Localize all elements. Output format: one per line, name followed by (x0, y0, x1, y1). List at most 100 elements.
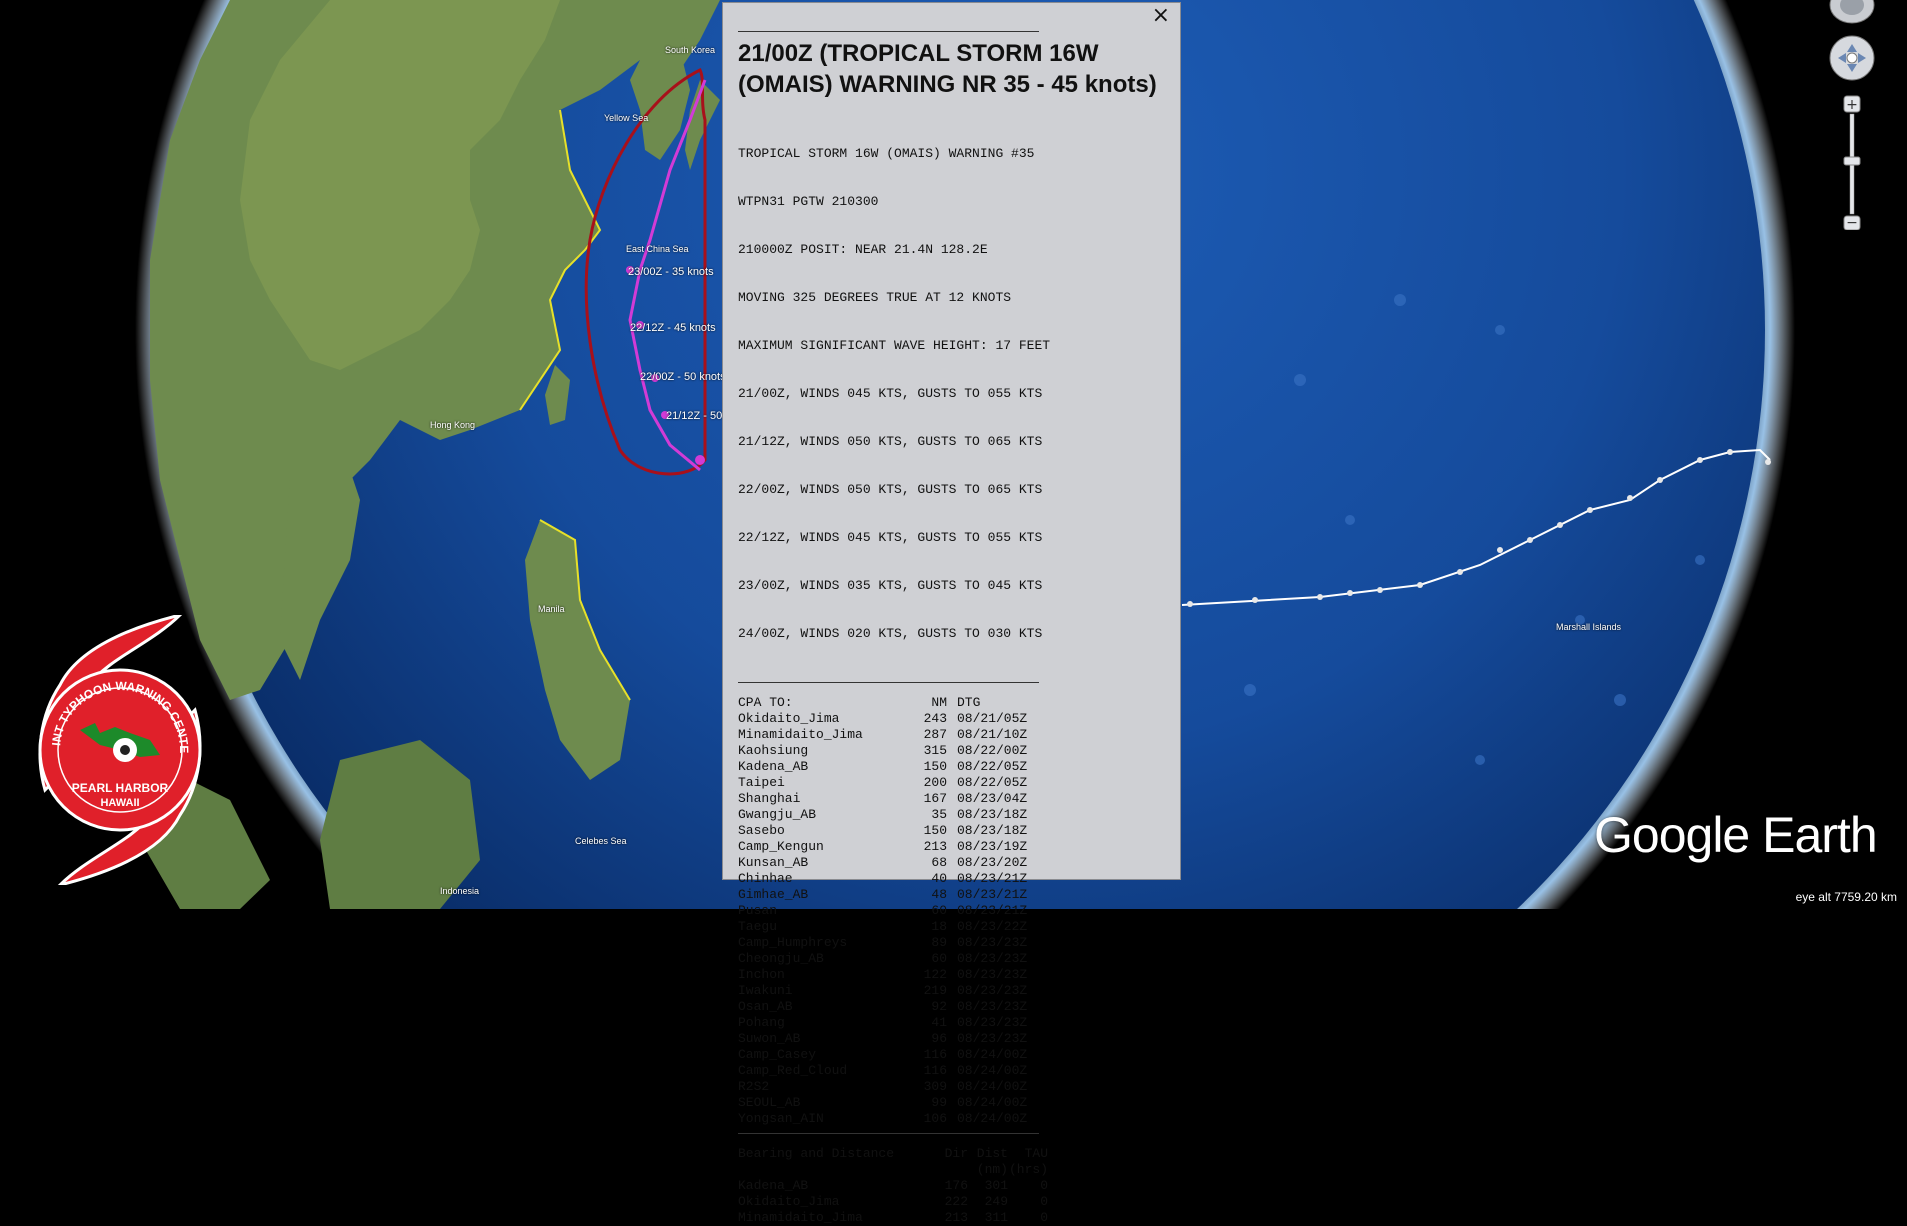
warning-line: 210000Z POSIT: NEAR 21.4N 128.2E (738, 242, 988, 257)
cpa-location: Okidaito_Jima (738, 711, 840, 726)
bd-dir: 222 (944, 1194, 968, 1209)
bd-header-label: Bearing and Distance (738, 1146, 895, 1161)
zoom-in-icon[interactable]: + (1843, 95, 1861, 113)
cpa-row: Kadena_AB 150 08/22/05Z (738, 759, 1048, 775)
bd-header-dist: Dist (976, 1146, 1008, 1161)
cpa-location: Camp_Red_Cloud (738, 1063, 848, 1078)
cpa-location: Suwon_AB (738, 1031, 801, 1046)
place-label: East China Sea (626, 244, 689, 254)
warning-line: 23/00Z, WINDS 035 KTS, GUSTS TO 045 KTS (738, 578, 1043, 593)
cpa-location: Taipei (738, 775, 785, 790)
cpa-distance: 309 (923, 1079, 947, 1094)
cpa-dtg: 08/22/05Z (957, 759, 1028, 774)
cpa-location: Camp_Casey (738, 1047, 817, 1062)
bd-unit-tau: (hrs) (1008, 1162, 1048, 1177)
cpa-location: Kunsan_AB (738, 855, 809, 870)
cpa-row: Shanghai 167 08/23/04Z (738, 791, 1048, 807)
cpa-dtg: 08/23/22Z (957, 919, 1028, 934)
place-label: Yellow Sea (604, 113, 649, 123)
bd-location: Minamidaito_Jima (738, 1210, 863, 1225)
cpa-row: Cheongju_AB 60 08/23/23Z (738, 951, 1048, 967)
cpa-location: R2S2 (738, 1079, 770, 1094)
bd-dist: 311 (984, 1210, 1008, 1225)
cpa-row: Gimhae_AB 48 08/23/21Z (738, 887, 1048, 903)
bearing-distance-table: Bearing and Distance Dir Dist TAU (nm) (… (738, 1146, 1048, 1226)
cpa-dtg: 08/23/23Z (957, 1015, 1028, 1030)
bd-row: Minamidaito_Jima 213 311 0 (738, 1210, 1048, 1226)
cpa-distance: 116 (923, 1063, 947, 1078)
cpa-dtg: 08/23/23Z (957, 967, 1028, 982)
navigation-controls: + − (1829, 0, 1875, 230)
place-label: Marshall Islands (1556, 622, 1622, 632)
cpa-location: Cheongju_AB (738, 951, 824, 966)
svg-text:+: + (1846, 97, 1858, 113)
storm-label-22-12z: 22/12Z - 45 knots (630, 322, 716, 334)
cpa-row: Chinhae 40 08/23/21Z (738, 871, 1048, 887)
jtwc-logo: JOINT TYPHOON WARNING CENTER PEARL HARBO… (20, 615, 202, 885)
cpa-distance: 167 (923, 791, 947, 806)
cpa-dtg: 08/23/19Z (957, 839, 1028, 854)
look-joystick-icon[interactable] (1829, 35, 1875, 81)
cpa-header-dtg: DTG (957, 695, 981, 710)
warning-line: WTPN31 PGTW 210300 (738, 194, 879, 209)
bd-header-row: Bearing and Distance Dir Dist TAU (738, 1146, 1048, 1162)
cpa-distance: 89 (931, 935, 947, 950)
cpa-location: Minamidaito_Jima (738, 727, 863, 742)
divider (738, 31, 1039, 32)
cpa-distance: 122 (923, 967, 947, 982)
bd-dist: 249 (984, 1194, 1008, 1209)
cpa-distance: 92 (931, 999, 947, 1014)
cpa-location: Kaohsiung (738, 743, 809, 758)
cpa-dtg: 08/23/23Z (957, 1031, 1028, 1046)
eye-altitude-readout: eye alt 7759.20 km (1795, 890, 1897, 904)
cpa-location: Pohang (738, 1015, 785, 1030)
cpa-location: Yongsan_AIN (738, 1111, 824, 1126)
close-icon[interactable]: × (1152, 5, 1170, 27)
cpa-row: Camp_Casey 116 08/24/00Z (738, 1047, 1048, 1063)
google-earth-logo: Google Earth (1594, 807, 1878, 863)
storm-label-22-00z: 22/00Z - 50 knots (640, 371, 726, 383)
warning-text: TROPICAL STORM 16W (OMAIS) WARNING #35 W… (738, 114, 1165, 674)
cpa-dtg: 08/24/00Z (957, 1047, 1028, 1062)
cpa-dtg: 08/23/23Z (957, 983, 1028, 998)
cpa-distance: 60 (931, 903, 947, 918)
warning-line: MOVING 325 DEGREES TRUE AT 12 KNOTS (738, 290, 1012, 305)
cpa-location: Shanghai (738, 791, 801, 806)
bd-tau: 0 (1040, 1178, 1048, 1193)
cpa-location: Iwakuni (738, 983, 793, 998)
svg-text:−: − (1846, 215, 1858, 230)
cpa-dtg: 08/21/10Z (957, 727, 1028, 742)
bd-unit-dist: (nm) (976, 1162, 1008, 1177)
cpa-row: Suwon_AB 96 08/23/23Z (738, 1031, 1048, 1047)
popup-title: 21/00Z (TROPICAL STORM 16W (OMAIS) WARNI… (738, 40, 1157, 98)
cpa-location: Chinhae (738, 871, 793, 886)
cpa-distance: 41 (931, 1015, 947, 1030)
cpa-dtg: 08/24/00Z (957, 1095, 1028, 1110)
cpa-row: Camp_Red_Cloud 116 08/24/00Z (738, 1063, 1048, 1079)
cpa-row: Taegu 18 08/23/22Z (738, 919, 1048, 935)
cpa-header-label: CPA TO: (738, 695, 793, 710)
cpa-distance: 68 (931, 855, 947, 870)
cpa-location: Camp_Kengun (738, 839, 824, 854)
zoom-out-icon[interactable]: − (1843, 215, 1861, 230)
cpa-distance: 287 (923, 727, 947, 742)
cpa-row: Gwangju_AB 35 08/23/18Z (738, 807, 1048, 823)
compass-icon[interactable] (1829, 0, 1875, 24)
bd-location: Kadena_AB (738, 1178, 809, 1193)
cpa-distance: 150 (923, 823, 947, 838)
cpa-location: Gimhae_AB (738, 887, 809, 902)
warning-popup: × 21/00Z (TROPICAL STORM 16W (OMAIS) WAR… (722, 2, 1181, 1225)
cpa-location: Sasebo (738, 823, 785, 838)
cpa-dtg: 08/24/00Z (957, 1079, 1028, 1094)
bd-dir: 213 (944, 1210, 968, 1225)
jtwc-logo-line2: HAWAII (100, 797, 139, 809)
cpa-dtg: 08/21/05Z (957, 711, 1028, 726)
cpa-dtg: 08/23/04Z (957, 791, 1028, 806)
zoom-slider[interactable] (1843, 113, 1861, 215)
place-label: Manila (538, 604, 565, 614)
cpa-distance: 48 (931, 887, 947, 902)
bd-tau: 0 (1040, 1194, 1048, 1209)
cpa-dtg: 08/23/20Z (957, 855, 1028, 870)
cpa-location: Osan_AB (738, 999, 793, 1014)
cpa-dtg: 08/22/05Z (957, 775, 1028, 790)
